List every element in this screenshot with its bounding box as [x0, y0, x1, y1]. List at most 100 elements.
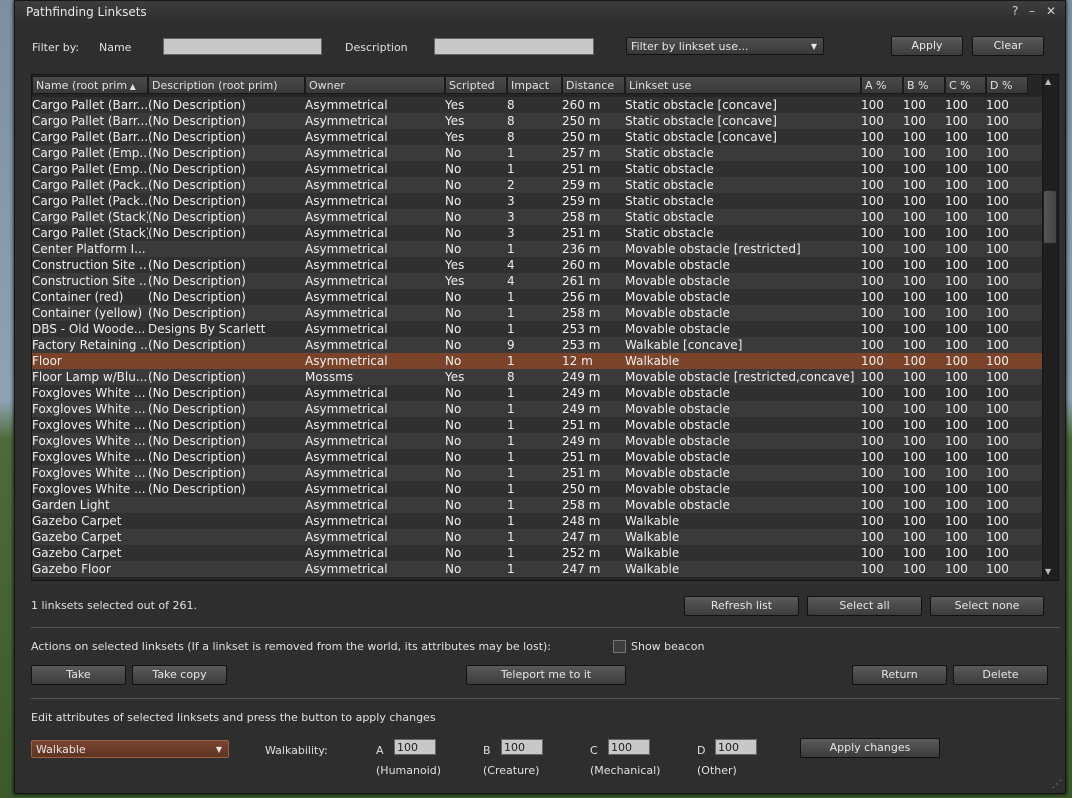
cell-scripted: Yes: [445, 370, 465, 384]
table-row[interactable]: Cargo Pallet (Barr... (No Description) Asy…: [32, 129, 1045, 145]
column-header-a-pct[interactable]: A %: [861, 76, 903, 94]
table-row[interactable]: Foxgloves White ... (No Description) Asymm…: [32, 417, 1045, 433]
scroll-up-icon[interactable]: ▲: [1045, 77, 1051, 86]
cell-c-pct: 100: [945, 242, 968, 256]
table-row[interactable]: Cargo Pallet (Pack... (No Description) Asy…: [32, 193, 1045, 209]
table-row[interactable]: Foxgloves White ... (No Description) Asymm…: [32, 385, 1045, 401]
column-header-owner[interactable]: Owner: [305, 76, 445, 94]
cell-description: (No Description): [148, 482, 246, 496]
cell-a-pct: 100: [861, 562, 884, 576]
cell-scripted: No: [445, 418, 462, 432]
column-header-label: Scripted: [449, 79, 495, 92]
column-header-c-pct[interactable]: C %: [945, 76, 986, 94]
table-scrollbar[interactable]: ▲ ▼: [1042, 74, 1059, 581]
column-header-description[interactable]: Description (root prim): [148, 76, 305, 94]
cell-b-pct: 100: [903, 114, 926, 128]
walkability-b-input[interactable]: 100: [501, 739, 543, 755]
cell-d-pct: 100: [986, 130, 1009, 144]
table-row[interactable]: Gazebo Carpet Asymmetrical No 1 252 m Walkabl…: [32, 545, 1045, 561]
description-filter-input[interactable]: [434, 38, 594, 55]
table-row[interactable]: Cargo Pallet (Pack... (No Description) Asy…: [32, 177, 1045, 193]
table-row[interactable]: Construction Site ... (No Description) Asy…: [32, 273, 1045, 289]
table-row[interactable]: Cargo Pallet (Emp... (No Description) Asym…: [32, 145, 1045, 161]
return-button[interactable]: Return: [852, 665, 947, 685]
table-row[interactable]: Cargo Pallet (Stack) (No Description) Asym…: [32, 225, 1045, 241]
cell-distance: 247 m: [562, 530, 601, 544]
linkset-use-combo[interactable]: Walkable ▼: [31, 740, 229, 758]
table-row[interactable]: Container (red) (No Description) Asymmetri…: [32, 289, 1045, 305]
teleport-button[interactable]: Teleport me to it: [466, 665, 626, 685]
cell-c-pct: 100: [945, 434, 968, 448]
cell-name: Container (yellow): [32, 306, 143, 320]
table-row[interactable]: Foxgloves White ... (No Description) Asymm…: [32, 481, 1045, 497]
walkability-a-input[interactable]: 100: [394, 739, 436, 755]
column-header-impact[interactable]: Impact: [507, 76, 562, 94]
column-header-b-pct[interactable]: B %: [903, 76, 945, 94]
table-row[interactable]: Foxgloves White ... (No Description) Asymm…: [32, 465, 1045, 481]
table-row[interactable]: Foxgloves White ... (No Description) Asymm…: [32, 449, 1045, 465]
take-button[interactable]: Take: [31, 665, 126, 685]
cell-linkset-use: Movable obstacle: [625, 466, 730, 480]
walkability-d-input[interactable]: 100: [715, 739, 757, 755]
close-icon[interactable]: ✕: [1046, 4, 1056, 18]
take-copy-button[interactable]: Take copy: [132, 665, 227, 685]
cell-scripted: No: [445, 226, 462, 240]
table-row[interactable]: Construction Site ... (No Description) Asy…: [32, 257, 1045, 273]
table-row[interactable]: Gazebo Carpet Asymmetrical No 1 248 m Walkabl…: [32, 513, 1045, 529]
cell-scripted: Yes: [445, 98, 465, 112]
table-row[interactable]: Floor Asymmetrical No 1 12 m Walkable 100 100 10…: [32, 353, 1045, 369]
select-all-button[interactable]: Select all: [807, 596, 922, 616]
table-row[interactable]: Cargo Pallet (Emp... (No Description) Asym…: [32, 161, 1045, 177]
scroll-down-icon[interactable]: ▼: [1045, 567, 1051, 576]
cell-d-pct: 100: [986, 290, 1009, 304]
apply-changes-button[interactable]: Apply changes: [800, 738, 940, 758]
table-row[interactable]: Garden Light Asymmetrical No 1 258 m Movable …: [32, 497, 1045, 513]
table-header: Name (root prim ▲ Description (root prim)…: [32, 75, 1045, 95]
cell-scripted: No: [445, 450, 462, 464]
column-header-d-pct[interactable]: D %: [986, 76, 1028, 94]
column-header-scripted[interactable]: Scripted: [445, 76, 507, 94]
cell-owner: Asymmetrical: [305, 386, 388, 400]
table-row[interactable]: Cargo Pallet (Barr... (No Description) Asy…: [32, 113, 1045, 129]
name-filter-input[interactable]: [163, 38, 322, 55]
delete-button[interactable]: Delete: [953, 665, 1048, 685]
cell-b-pct: 100: [903, 322, 926, 336]
table-row[interactable]: Floor Lamp w/Blu... (No Description) Mossm…: [32, 369, 1045, 385]
clear-filter-button[interactable]: Clear: [972, 36, 1044, 56]
column-header-name[interactable]: Name (root prim ▲: [32, 76, 148, 94]
column-header-label: Name (root prim: [36, 79, 128, 92]
table-row[interactable]: Center Platform I... Asymmetrical No 1 236 m…: [32, 241, 1045, 257]
cell-linkset-use: Movable obstacle: [625, 434, 730, 448]
cell-owner: Asymmetrical: [305, 146, 388, 160]
table-row[interactable]: Foxgloves White ... (No Description) Asymm…: [32, 433, 1045, 449]
resize-grip-icon[interactable]: ⋰: [1052, 779, 1062, 790]
title-bar[interactable]: Pathfinding Linksets ? – ✕: [15, 1, 1065, 23]
walkability-c-input[interactable]: 100: [608, 739, 650, 755]
column-header-linkset-use[interactable]: Linkset use: [625, 76, 861, 94]
cell-owner: Asymmetrical: [305, 418, 388, 432]
table-row[interactable]: DBS - Old Woode... Designs By Scarlett Asy…: [32, 321, 1045, 337]
cell-distance: 249 m: [562, 402, 601, 416]
scrollbar-thumb[interactable]: [1044, 191, 1056, 243]
apply-filter-button[interactable]: Apply: [891, 36, 963, 56]
table-row[interactable]: Foxgloves White ... (No Description) Asymm…: [32, 401, 1045, 417]
table-row[interactable]: Gazebo Carpet Asymmetrical No 1 247 m Walkabl…: [32, 529, 1045, 545]
show-beacon-checkbox[interactable]: [613, 640, 626, 653]
table-row[interactable]: Cargo Pallet (Barr... (No Description) Asy…: [32, 97, 1045, 113]
cell-a-pct: 100: [861, 434, 884, 448]
divider: [31, 627, 1060, 628]
table-row[interactable]: Gazebo Floor Asymmetrical No 1 247 m Walkable…: [32, 561, 1045, 577]
column-header-distance[interactable]: Distance: [562, 76, 625, 94]
refresh-list-button[interactable]: Refresh list: [684, 596, 799, 616]
linkset-use-filter-combo[interactable]: Filter by linkset use... ▼: [626, 37, 824, 55]
minimize-icon[interactable]: –: [1029, 4, 1035, 18]
cell-c-pct: 100: [945, 210, 968, 224]
select-none-button[interactable]: Select none: [930, 596, 1044, 616]
table-row[interactable]: Container (yellow) (No Description) Asymme…: [32, 305, 1045, 321]
cell-b-pct: 100: [903, 546, 926, 560]
linkset-use-filter-value: Filter by linkset use...: [631, 40, 749, 53]
cell-a-pct: 100: [861, 370, 884, 384]
help-icon[interactable]: ?: [1012, 4, 1018, 18]
table-row[interactable]: Factory Retaining ... (No Description) Asy…: [32, 337, 1045, 353]
table-row[interactable]: Cargo Pallet (Stack) (No Description) Asym…: [32, 209, 1045, 225]
